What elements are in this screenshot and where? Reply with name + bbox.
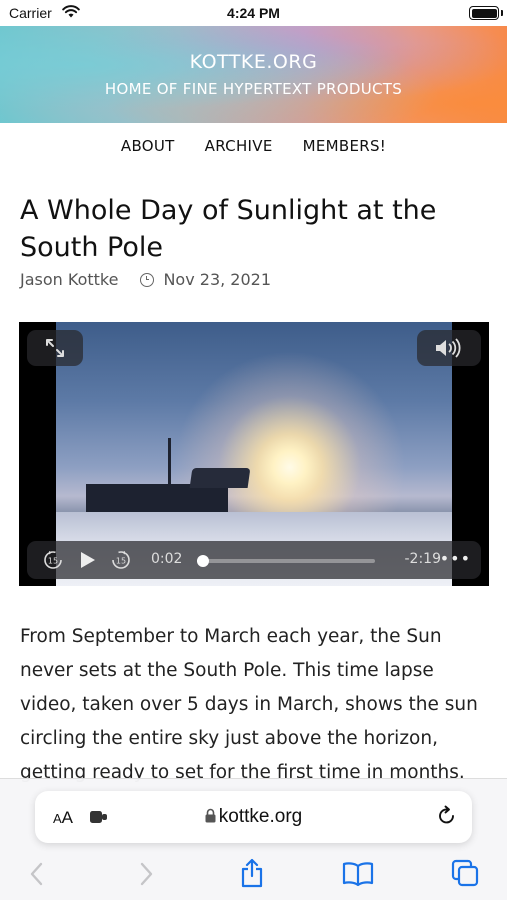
more-icon[interactable]: •••	[440, 549, 471, 568]
site-nav: ABOUT ARCHIVE MEMBERS!	[0, 137, 507, 155]
article-body: From September to March each year, the S…	[20, 626, 478, 783]
video-station-building	[86, 484, 216, 512]
expand-icon	[46, 339, 64, 357]
volume-button[interactable]	[417, 330, 481, 366]
video-station-stem	[208, 487, 228, 512]
video-mast	[168, 438, 171, 488]
svg-text:15: 15	[48, 557, 58, 566]
video-scrubber-knob[interactable]	[196, 555, 209, 567]
reload-icon[interactable]	[436, 805, 458, 827]
video-player[interactable]: 15 15 0:02 -2:19 •••	[19, 322, 489, 586]
skip-forward-15-icon[interactable]: 15	[109, 548, 133, 572]
fullscreen-button[interactable]	[27, 330, 83, 366]
video-station-dome	[189, 468, 251, 488]
battery-tip	[501, 10, 503, 16]
clock-icon	[140, 272, 155, 287]
address-bar[interactable]: AA kottke.org	[35, 791, 472, 843]
url-display[interactable]: kottke.org	[35, 806, 472, 828]
nav-members-link[interactable]: MEMBERS!	[303, 137, 387, 155]
site-title[interactable]: KOTTKE.ORG	[0, 51, 507, 73]
url-text: kottke.org	[218, 806, 303, 827]
status-bar: Carrier 4:24 PM	[0, 0, 507, 26]
nav-about-link[interactable]: ABOUT	[121, 137, 175, 155]
tabs-icon[interactable]	[451, 859, 479, 887]
video-current-time: 0:02	[151, 551, 183, 567]
byline: Jason Kottke Nov 23, 2021	[20, 270, 271, 289]
video-scrubber[interactable]	[196, 555, 375, 567]
video-controls: 15 15 0:02 -2:19 •••	[27, 541, 481, 579]
status-time: 4:24 PM	[227, 5, 280, 21]
post-date[interactable]: Nov 23, 2021	[163, 270, 271, 289]
site-banner[interactable]: KOTTKE.ORG HOME OF FINE HYPERTEXT PRODUC…	[0, 26, 507, 123]
svg-text:15: 15	[116, 557, 126, 566]
back-icon[interactable]	[28, 861, 46, 887]
play-icon[interactable]	[75, 548, 99, 572]
site-tagline: HOME OF FINE HYPERTEXT PRODUCTS	[104, 80, 403, 98]
skip-back-15-icon[interactable]: 15	[41, 548, 65, 572]
article-title[interactable]: A Whole Day of Sunlight at the South Pol…	[20, 192, 490, 266]
forward-icon[interactable]	[137, 861, 155, 887]
author-name[interactable]: Jason Kottke	[20, 270, 118, 289]
browser-toolbar: AA kottke.org	[0, 778, 507, 900]
battery-icon	[469, 6, 499, 20]
nav-archive-link[interactable]: ARCHIVE	[205, 137, 273, 155]
share-icon[interactable]	[239, 858, 265, 888]
bookmarks-icon[interactable]	[342, 861, 374, 887]
lock-icon	[205, 808, 216, 823]
video-remaining-time: -2:19	[404, 551, 442, 567]
volume-icon	[436, 338, 461, 358]
